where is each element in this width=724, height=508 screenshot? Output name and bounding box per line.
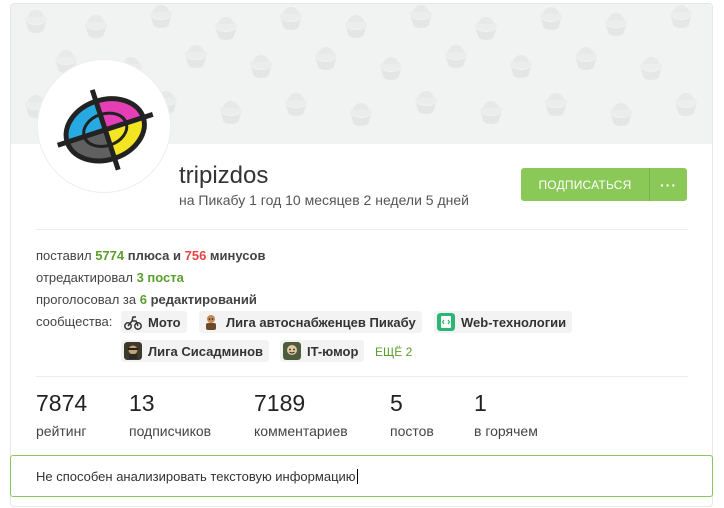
text-caret — [356, 468, 358, 484]
subscribe-button-group: ПОДПИСАТЬСЯ ··· — [521, 168, 687, 201]
community-chip-auto-supply[interactable]: Лига автоснабженцев Пикабу — [199, 311, 422, 333]
community-chip-web-tech[interactable]: Web-технологии — [434, 311, 573, 333]
voted-prefix: проголосовал за — [36, 292, 140, 307]
member-since: на Пикабу 1 год 10 месяцев 2 недели 5 дн… — [179, 192, 469, 208]
voted-count: 6 — [139, 292, 147, 307]
avatar[interactable] — [38, 60, 170, 192]
rating-summary: поставил 5774 плюса и 756 минусов — [36, 248, 265, 263]
community-name: Лига Сисадминов — [148, 343, 264, 359]
crosshair-logo-icon — [56, 89, 154, 171]
profile-note-text: Не способен анализировать текстовую инфо… — [36, 468, 356, 484]
voted-summary: проголосовал за 6 редактирований — [36, 292, 257, 307]
auto-supply-icon — [206, 315, 216, 330]
community-chip-sysadmin[interactable]: Лига Сисадминов — [121, 340, 270, 362]
moto-icon — [124, 316, 142, 330]
counter-comments[interactable]: 7189 комментариев — [254, 390, 348, 439]
counter-hot[interactable]: 1 в горячем — [474, 390, 538, 439]
pluses-count: 5774 — [95, 248, 125, 263]
subscribe-button[interactable]: ПОДПИСАТЬСЯ — [521, 168, 649, 201]
community-name: Лига автоснабженцев Пикабу — [226, 314, 416, 330]
counter-rating[interactable]: 7874 рейтинг — [36, 390, 87, 439]
edited-prefix: отредактировал — [36, 270, 137, 285]
divider — [36, 376, 688, 377]
rated-prefix: поставил — [36, 248, 96, 263]
username: tripizdos — [179, 162, 269, 189]
community-name: IT-юмор — [307, 343, 359, 359]
edited-summary: отредактировал 3 поста — [36, 270, 184, 285]
counter-value: 7874 — [36, 390, 88, 416]
counter-value: 1 — [474, 390, 487, 416]
web-tech-icon — [437, 313, 455, 331]
counter-label: подписчиков — [129, 423, 212, 439]
counter-label: постов — [390, 423, 434, 439]
counter-value: 5 — [390, 390, 403, 416]
counter-subscribers[interactable]: 13 подписчиков — [129, 390, 211, 439]
counter-posts[interactable]: 5 постов — [390, 390, 434, 439]
profile-note-input[interactable]: Не способен анализировать текстовую инфо… — [10, 455, 713, 497]
more-options-button[interactable]: ··· — [649, 168, 687, 201]
voted-suffix: редактирований — [146, 292, 257, 307]
pluses-word: плюса и — [124, 248, 185, 263]
communities-more-link[interactable]: ЕЩЁ 2 — [375, 345, 412, 359]
minuses-word: минусов — [206, 248, 266, 263]
counter-label: в горячем — [474, 423, 538, 439]
counter-value: 7189 — [254, 390, 306, 416]
it-humor-icon — [283, 342, 301, 360]
community-chip-it-humor[interactable]: IT-юмор — [280, 340, 365, 362]
counter-value: 13 — [129, 390, 155, 416]
divider — [36, 229, 688, 230]
community-name: Мото — [148, 314, 181, 330]
edited-count-link[interactable]: 3 поста — [137, 270, 184, 285]
counter-label: рейтинг — [36, 423, 87, 439]
community-chip-moto[interactable]: Мото — [121, 311, 187, 333]
minuses-count: 756 — [184, 248, 207, 263]
community-name: Web-технологии — [461, 314, 567, 330]
communities-label: сообщества: — [36, 314, 113, 329]
sysadmin-icon — [124, 342, 142, 360]
profile-card: tripizdos на Пикабу 1 год 10 месяцев 2 н… — [10, 3, 713, 507]
counter-label: комментариев — [254, 423, 348, 439]
